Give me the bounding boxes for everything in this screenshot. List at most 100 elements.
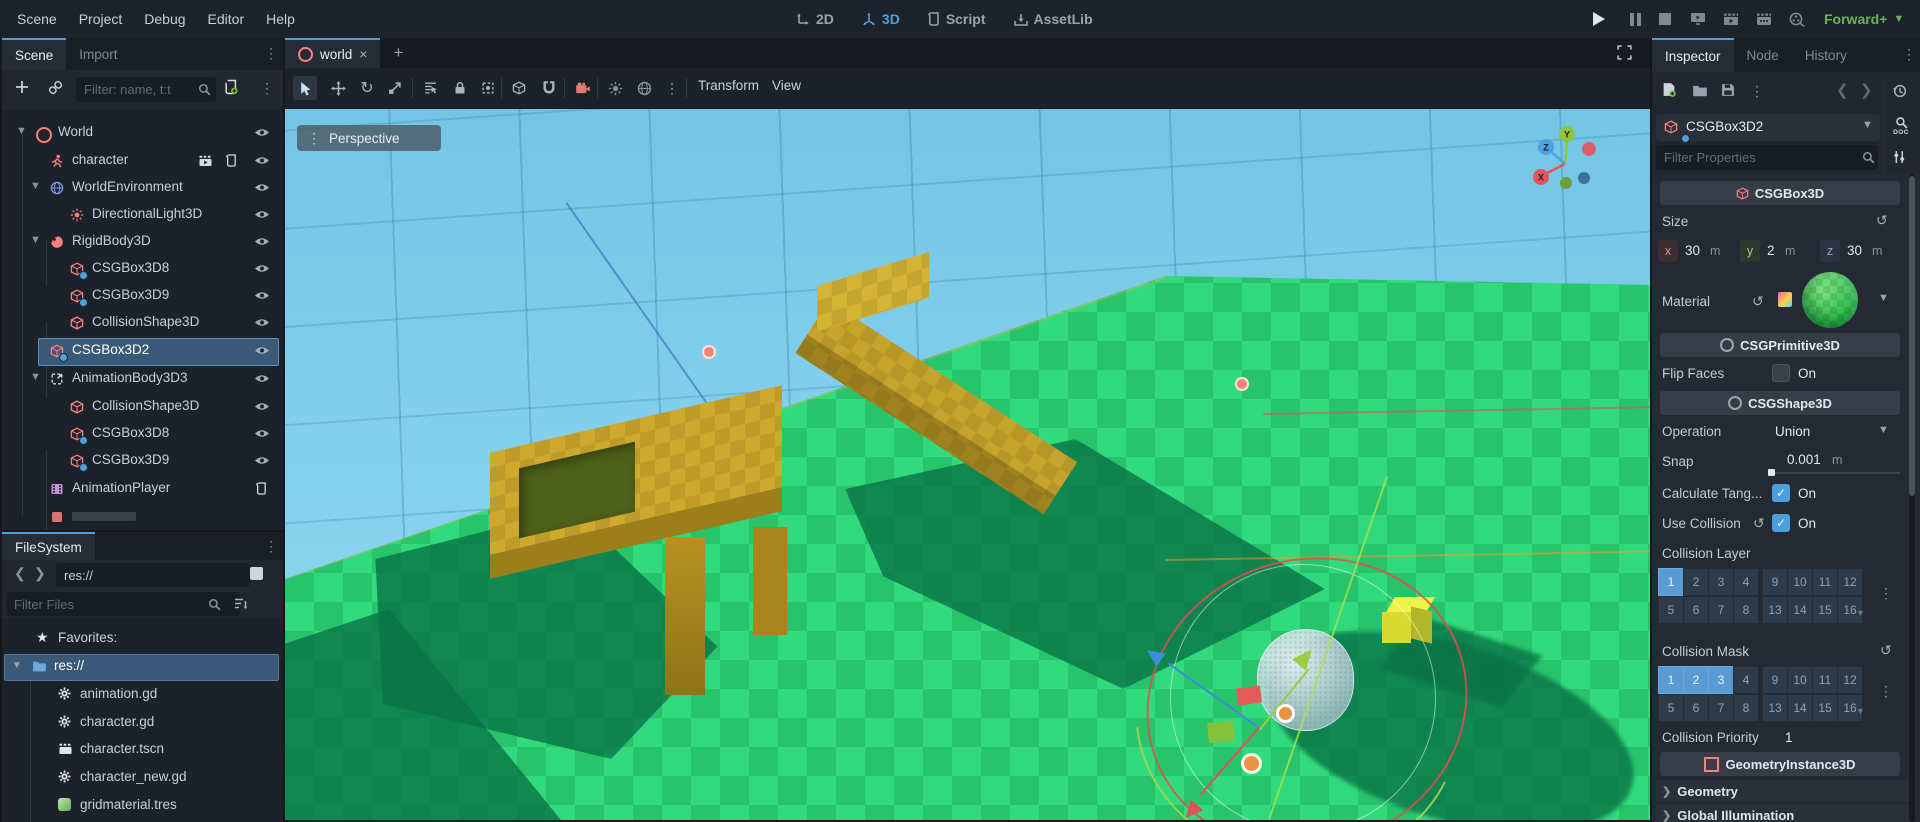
visibility-eye-icon[interactable]	[254, 455, 270, 466]
file-row-res-root[interactable]: ▼ res://	[2, 654, 283, 680]
snap-slider[interactable]	[1770, 472, 1900, 474]
perspective-menu[interactable]: ⋮ Perspective	[297, 125, 441, 151]
nav-back-icon[interactable]: ❮	[14, 565, 26, 582]
stop-button[interactable]	[1652, 6, 1678, 32]
use-collision-checkbox[interactable]: ✓	[1772, 514, 1790, 532]
csg-ramp-object[interactable]	[815, 249, 1115, 489]
viewport-3d[interactable]: ⋮ Perspective Y Z X	[285, 109, 1650, 820]
file-row-character-tscn[interactable]: character.tscn	[2, 737, 283, 763]
dock-menu-dots-icon[interactable]: ⋮	[264, 539, 278, 553]
layer-cell[interactable]: 13	[1762, 596, 1788, 624]
menu-editor[interactable]: Editor	[197, 0, 256, 38]
gizmo-origin-dot[interactable]	[1276, 704, 1295, 723]
select-tool-button[interactable]	[293, 76, 317, 100]
mask-cell[interactable]: 10	[1787, 666, 1813, 694]
section-csgbox3d[interactable]: CSGBox3D	[1660, 181, 1900, 205]
play-scene-button[interactable]	[1718, 6, 1744, 32]
move-tool-button[interactable]	[326, 76, 350, 100]
add-node-button[interactable]	[14, 79, 30, 95]
snap-value[interactable]: 0.001	[1787, 452, 1821, 467]
mask-cell[interactable]: 4	[1733, 666, 1759, 694]
layer-cell[interactable]: 6	[1683, 596, 1709, 624]
toggle-split-mode-icon[interactable]	[250, 567, 263, 580]
tab-history[interactable]: History	[1792, 38, 1860, 72]
layer-cell[interactable]: 5	[1658, 596, 1684, 624]
mask-grid-dots-icon[interactable]: ⋮	[1879, 684, 1893, 698]
navigation-axis-gizmo[interactable]: Y Z X	[1520, 119, 1630, 207]
file-row-gridmaterial-tres[interactable]: gridmaterial.tres	[2, 793, 283, 819]
collision-priority-value[interactable]: 1	[1785, 730, 1793, 745]
visibility-eye-icon[interactable]	[254, 317, 270, 328]
dock-menu-dots-icon[interactable]: ⋮	[1902, 47, 1916, 61]
revert-icon[interactable]: ↺	[1880, 642, 1892, 659]
gizmo-plane-handle-green[interactable]	[1207, 721, 1235, 743]
tree-row-animationbody3d3[interactable]: ▼ AnimationBody3D3	[2, 366, 283, 392]
menu-help[interactable]: Help	[255, 0, 306, 38]
workspace-3d-button[interactable]: 3D	[852, 11, 910, 27]
instance-scene-button[interactable]	[48, 80, 63, 95]
material-sphere-preview[interactable]	[1802, 272, 1858, 328]
snap-magnet-icon[interactable]	[537, 76, 561, 100]
favorites-row[interactable]: ★ Favorites:	[2, 626, 283, 652]
inspector-scrollbar[interactable]	[1909, 174, 1915, 822]
csg-handle-table[interactable]	[702, 345, 716, 359]
tab-node[interactable]: Node	[1734, 38, 1792, 72]
tab-scene[interactable]: Scene	[2, 38, 66, 70]
operation-value[interactable]: Union	[1775, 424, 1810, 439]
save-icon[interactable]	[1721, 83, 1735, 97]
expand-viewport-icon[interactable]	[1617, 45, 1632, 60]
tree-row-directionallight3d[interactable]: DirectionalLight3D	[2, 202, 283, 228]
visibility-eye-icon[interactable]	[254, 290, 270, 301]
tree-row-clipped[interactable]	[2, 504, 283, 530]
remote-debug-button[interactable]	[1685, 6, 1711, 32]
mask-cell[interactable]: 2	[1683, 666, 1709, 694]
visibility-eye-icon[interactable]	[254, 209, 270, 220]
history-forward-icon[interactable]: ❯	[1860, 81, 1873, 99]
script-badge-icon[interactable]	[256, 482, 267, 495]
file-row-character-new-gd[interactable]: character_new.gd	[2, 765, 283, 791]
chevron-down-icon[interactable]: ▼	[1878, 424, 1889, 436]
collapse-chevron-icon[interactable]: ▼	[30, 371, 41, 383]
resource-menu-dots-icon[interactable]: ⋮	[1750, 84, 1764, 98]
gizmo-plane-handle-red[interactable]	[1236, 685, 1262, 705]
layer-cell[interactable]: 7	[1708, 596, 1734, 624]
size-x-value[interactable]: 30	[1685, 243, 1700, 258]
workspace-script-button[interactable]: Script	[918, 11, 996, 27]
tree-row-csgbox3d2-selected[interactable]: CSGBox3D2	[2, 338, 283, 364]
mask-cell[interactable]: 14	[1787, 694, 1813, 722]
mask-cell[interactable]: 11	[1812, 666, 1838, 694]
layer-cell[interactable]: 10	[1787, 568, 1813, 596]
csg-handle-ramp[interactable]	[1235, 377, 1249, 391]
preview-sunlight-icon[interactable]	[603, 76, 627, 100]
revert-icon[interactable]: ↺	[1752, 293, 1764, 310]
mask-cell[interactable]: 5	[1658, 694, 1684, 722]
axis-neg-y-dot[interactable]	[1560, 177, 1572, 189]
mask-cell[interactable]: 7	[1708, 694, 1734, 722]
workspace-2d-button[interactable]: 2D	[786, 11, 844, 27]
layer-cell[interactable]: 1	[1658, 568, 1684, 596]
load-resource-folder-icon[interactable]	[1692, 84, 1708, 97]
layer-cell[interactable]: 9	[1762, 568, 1788, 596]
mask-cell[interactable]: 8	[1733, 694, 1759, 722]
path-field[interactable]	[56, 563, 250, 587]
snap-slider-knob[interactable]	[1768, 469, 1775, 476]
play-custom-scene-button[interactable]	[1751, 6, 1777, 32]
pause-button[interactable]	[1619, 6, 1645, 32]
preview-options-dots-icon[interactable]: ⋮	[660, 76, 684, 100]
doc-search-button[interactable]: DOC	[1890, 116, 1912, 140]
layer-grid-dots-icon[interactable]: ⋮	[1879, 586, 1893, 600]
scene-tab-world[interactable]: world ×	[285, 38, 380, 68]
tree-row-csgbox3d9[interactable]: CSGBox3D9	[2, 283, 283, 309]
visibility-eye-icon[interactable]	[254, 345, 270, 356]
tree-row-character[interactable]: character	[2, 148, 283, 174]
menu-debug[interactable]: Debug	[133, 0, 196, 38]
mask-cell[interactable]: 9	[1762, 666, 1788, 694]
tree-row-rigidbody3d[interactable]: ▼ RigidBody3D	[2, 229, 283, 255]
visibility-eye-icon[interactable]	[254, 155, 270, 166]
axis-neg-x-dot[interactable]	[1582, 142, 1596, 156]
mask-cell[interactable]: 13	[1762, 694, 1788, 722]
size-y-value[interactable]: 2	[1767, 243, 1775, 258]
history-back-icon[interactable]: ❮	[1836, 81, 1849, 99]
collapse-chevron-icon[interactable]: ▼	[30, 234, 41, 246]
csg-table-object[interactable]	[435, 359, 825, 704]
